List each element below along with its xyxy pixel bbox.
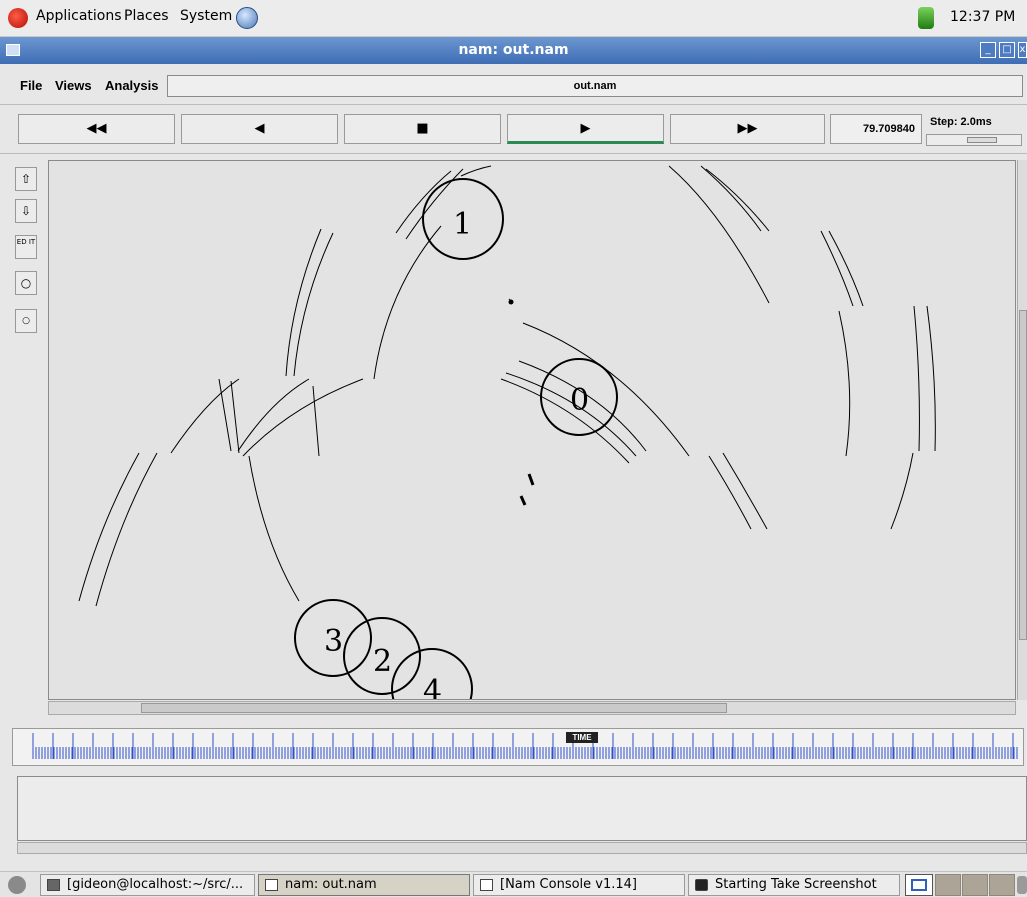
node-3-label: 3 [324,624,343,659]
left-toolbar: ⇧ ⇩ ED IT ○ ○ [0,155,46,720]
window-title: nam: out.nam [458,42,569,58]
arc [248,455,300,602]
arc [242,378,364,457]
network-canvas[interactable]: 1 0 3 2 4 [48,160,1016,700]
workspace-3[interactable] [962,874,988,896]
step-back-button[interactable]: ◀ [181,114,338,144]
edit-button[interactable]: ED IT [15,235,37,259]
network-drawing: 1 0 3 2 4 [78,165,936,700]
taskbar: [gideon@localhost:~/src/... nam: out.nam… [0,871,1027,897]
task-nam-window[interactable]: nam: out.nam [258,874,470,896]
arc [170,378,240,454]
zoom-out-icon[interactable]: ⇩ [15,199,37,223]
menu-analysis[interactable]: Analysis [105,78,158,93]
arc [460,165,492,177]
redhat-logo-icon[interactable] [8,8,28,28]
zoom-in-icon[interactable]: ⇧ [15,167,37,191]
annotation-scrollbar[interactable] [17,842,1027,854]
camera-icon [695,879,708,891]
window-icon [265,879,278,891]
playback-controls: ◀◀ ◀ ■ ▶ ▶▶ 79.709840 Step: 2.0ms [0,106,1027,154]
packet [519,495,527,506]
window-icon [480,879,493,891]
system-menu[interactable]: System [180,8,232,24]
fast-forward-button[interactable]: ▶▶ [670,114,825,144]
arc [668,165,770,304]
terminal-icon [47,879,60,891]
node-2-label: 2 [373,644,392,679]
horizontal-scroll-thumb[interactable] [141,703,727,713]
arc [828,230,864,307]
menu-file[interactable]: File [20,78,42,93]
play-button[interactable]: ▶ [507,114,664,144]
trash-icon[interactable] [1017,876,1027,894]
task-nam-console[interactable]: [Nam Console v1.14] [473,874,685,896]
arc [285,228,322,377]
arc [237,378,310,452]
simulation-time: 79.709840 [830,114,922,144]
show-desktop-icon[interactable] [8,876,26,894]
clock[interactable]: 12:37 PM [950,9,1015,25]
task-terminal[interactable]: [gideon@localhost:~/src/... [40,874,255,896]
maximize-button[interactable]: □ [999,42,1015,58]
annotation-pane[interactable] [17,776,1027,841]
menu-views[interactable]: Views [55,78,92,93]
menubar: File Views Analysis out.nam [0,65,1027,105]
arc [293,232,334,377]
arc [708,455,752,530]
arc [700,165,762,232]
minimize-button[interactable]: _ [980,42,996,58]
task-screenshot[interactable]: Starting Take Screenshot [688,874,900,896]
canvas-vertical-scrollbar[interactable] [1017,160,1027,700]
rewind-button[interactable]: ◀◀ [18,114,175,144]
step-slider[interactable] [926,134,1022,146]
window-titlebar[interactable]: nam: out.nam _ □ x [0,37,1027,64]
top-panel: Applications Places System 12:37 PM [0,0,1027,37]
workspace-1[interactable] [905,874,933,896]
arc [373,225,442,380]
web-browser-icon[interactable] [236,7,258,29]
close-button[interactable]: x [1018,42,1027,58]
arc [78,452,140,602]
step-label: Step: 2.0ms [930,116,992,128]
node-1-label: 1 [453,207,472,242]
arc [838,310,851,457]
step-slider-thumb[interactable] [967,137,997,143]
timeline-ticks [32,733,1018,759]
large-circle-icon[interactable]: ○ [15,271,37,295]
arc [500,378,630,464]
arc [926,305,936,452]
packet [527,473,535,486]
arc [890,452,914,530]
arc [913,305,920,452]
stop-button[interactable]: ■ [344,114,501,144]
workspace-2[interactable] [935,874,961,896]
time-slider[interactable]: TIME [12,728,1024,766]
canvas-horizontal-scrollbar[interactable] [48,701,1016,715]
node-0-label: 0 [570,383,589,418]
node-4-label: 4 [423,674,442,700]
vertical-scroll-thumb[interactable] [1019,310,1027,640]
places-menu[interactable]: Places [124,8,169,24]
applications-menu[interactable]: Applications [36,8,122,24]
arc [312,385,320,457]
workspace-4[interactable] [989,874,1015,896]
file-name-label: out.nam [167,75,1023,97]
arc [230,380,240,454]
software-update-icon[interactable] [918,7,934,29]
workspace-1-window-icon [911,879,927,891]
time-marker[interactable]: TIME [566,732,598,743]
arc [705,168,770,232]
small-circle-icon[interactable]: ○ [15,309,37,333]
packet-dot [508,299,514,305]
